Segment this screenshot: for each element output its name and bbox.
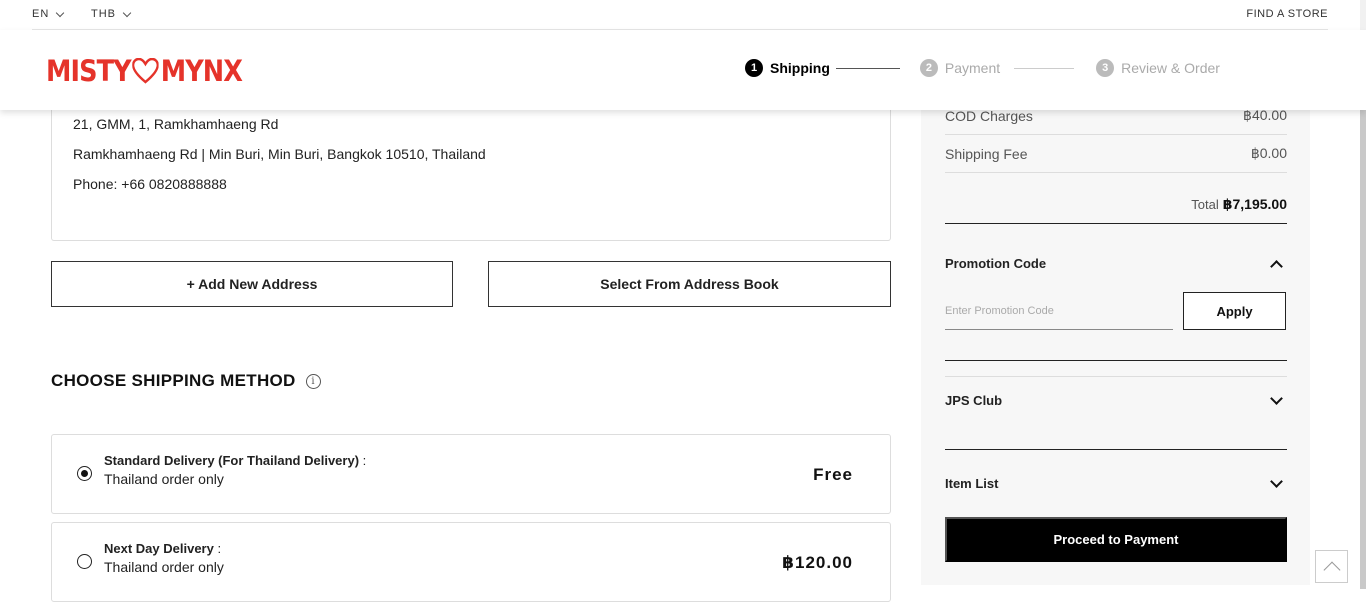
proceed-to-payment-button[interactable]: Proceed to Payment	[945, 517, 1287, 562]
jps-club-title: JPS Club	[945, 393, 1003, 408]
shipping-option-price: ฿120.00	[782, 553, 853, 572]
info-icon[interactable]: i	[305, 373, 321, 389]
select-from-address-book-button[interactable]: Select From Address Book	[488, 261, 891, 307]
shipping-option-note: Thailand order only	[104, 559, 224, 575]
summary-total: Total ฿7,195.00	[945, 186, 1287, 224]
step-number: 1	[745, 59, 763, 77]
total-amount: ฿7,195.00	[1222, 196, 1287, 212]
item-list-toggle[interactable]: Item List	[945, 474, 1287, 491]
order-summary-panel: COD Charges ฿40.00 Shipping Fee ฿0.00 To…	[921, 100, 1310, 585]
chevron-down-icon	[56, 8, 65, 17]
step-divider	[835, 67, 900, 69]
checkout-header: MISTY MYNX 1 Shipping 2 Payment 3 Review…	[0, 30, 1366, 110]
summary-value: ฿0.00	[1250, 145, 1287, 161]
apply-promo-button[interactable]: Apply	[1183, 292, 1286, 330]
shipping-option-name-text: Standard Delivery (For Thailand Delivery…	[104, 453, 360, 468]
step-label: Payment	[944, 60, 1001, 76]
currency-label: THB	[91, 8, 116, 20]
selected-address-card: 21, GMM, 1, Ramkhamhaeng Rd Ramkhamhaeng…	[51, 100, 891, 241]
step-review-order: 3 Review & Order	[1096, 59, 1220, 77]
step-payment: 2 Payment	[919, 59, 1001, 77]
promotion-code-toggle[interactable]: Promotion Code	[945, 256, 1287, 273]
shipping-option-standard[interactable]: Standard Delivery (For Thailand Delivery…	[51, 434, 891, 514]
divider	[945, 376, 1287, 377]
summary-row-shipping-fee: Shipping Fee ฿0.00	[945, 135, 1287, 173]
language-label: EN	[32, 8, 50, 20]
shipping-method-heading: CHOOSE SHIPPING METHOD i	[51, 371, 321, 391]
step-shipping: 1 Shipping	[745, 59, 830, 77]
scrollbar-thumb[interactable]	[1360, 88, 1366, 589]
top-utility-bar-inner: EN THB FIND A STORE	[32, 0, 1328, 30]
language-selector[interactable]: EN	[32, 8, 65, 20]
chevron-down-icon	[1270, 391, 1283, 405]
chevron-up-icon	[1323, 561, 1340, 578]
chevron-down-icon	[1270, 474, 1283, 488]
heart-icon	[132, 58, 159, 84]
address-phone: Phone: +66 0820888888	[73, 176, 227, 192]
shipping-option-price: Free	[813, 465, 853, 484]
total-label: Total	[1191, 197, 1219, 212]
chevron-down-icon	[122, 8, 132, 17]
item-list-title: Item List	[945, 476, 999, 491]
promotion-code-title: Promotion Code	[945, 256, 1047, 271]
logo-text-left: MISTY	[46, 54, 132, 88]
radio-button-selected[interactable]	[77, 466, 92, 481]
shipping-option-note: Thailand order only	[104, 471, 224, 487]
add-new-address-button[interactable]: + Add New Address	[51, 261, 453, 307]
step-number: 2	[919, 59, 938, 77]
shipping-option-colon: :	[359, 453, 367, 468]
address-line-2: Ramkhamhaeng Rd | Min Buri, Min Buri, Ba…	[73, 146, 486, 162]
radio-button[interactable]	[77, 554, 92, 569]
currency-selector[interactable]: THB	[91, 8, 132, 20]
step-label: Shipping	[770, 60, 830, 76]
promotion-code-input[interactable]	[945, 292, 1173, 330]
shipping-option-next-day[interactable]: Next Day Delivery : Thailand order only …	[51, 522, 891, 602]
logo-text-right: MYNX	[160, 54, 243, 88]
divider	[945, 360, 1287, 361]
shipping-method-title: CHOOSE SHIPPING METHOD	[51, 371, 296, 390]
shipping-option-name-text: Next Day Delivery	[104, 541, 214, 556]
checkout-progress: 1 Shipping 2 Payment 3 Review & Order	[745, 59, 1220, 77]
shipping-option-name: Next Day Delivery :	[104, 541, 221, 556]
brand-logo[interactable]: MISTY MYNX	[46, 54, 243, 88]
address-line-1: 21, GMM, 1, Ramkhamhaeng Rd	[73, 116, 279, 132]
step-label: Review & Order	[1121, 60, 1220, 76]
find-a-store-link[interactable]: FIND A STORE	[1246, 8, 1328, 20]
back-to-top-button[interactable]	[1315, 550, 1348, 583]
step-divider	[1014, 67, 1075, 69]
top-utility-bar: EN THB FIND A STORE	[0, 0, 1366, 30]
summary-label: Shipping Fee	[945, 145, 1028, 162]
chevron-up-icon	[1270, 259, 1283, 273]
divider	[945, 449, 1287, 450]
jps-club-toggle[interactable]: JPS Club	[945, 391, 1287, 408]
step-number: 3	[1096, 59, 1115, 77]
shipping-option-name: Standard Delivery (For Thailand Delivery…	[104, 453, 366, 468]
shipping-option-colon: :	[213, 541, 222, 556]
